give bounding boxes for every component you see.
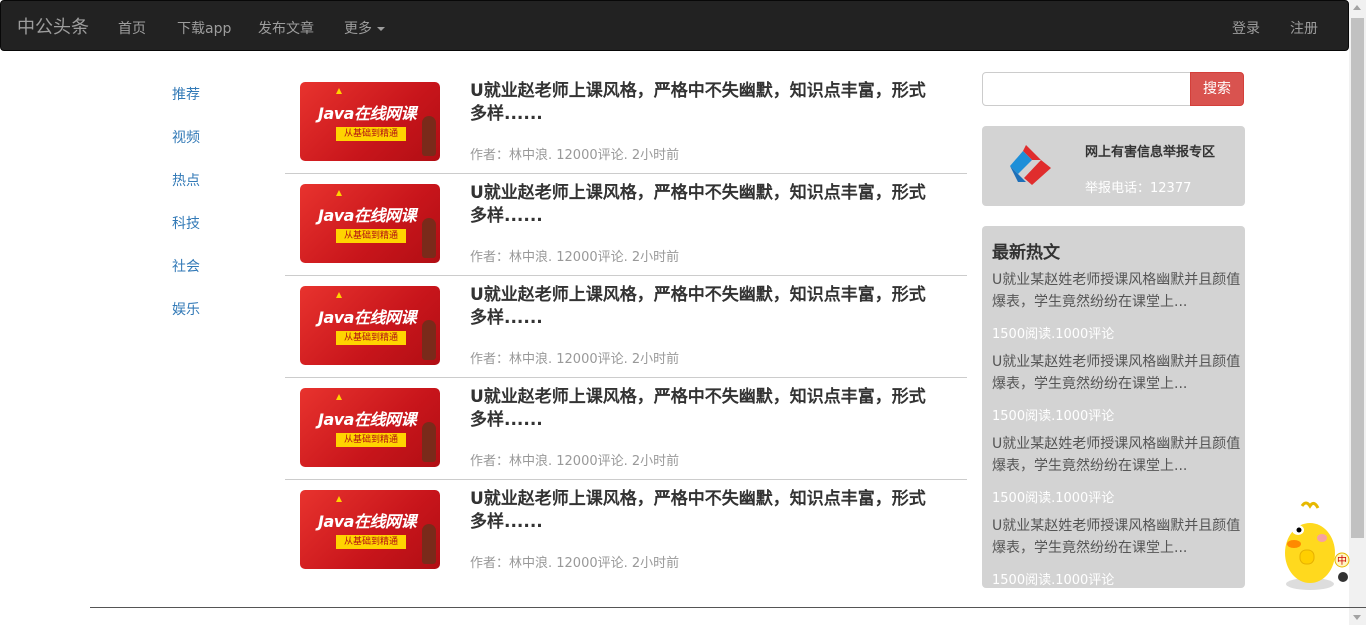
cartoon-figure-icon	[422, 320, 436, 360]
spark-icon	[336, 394, 342, 400]
nav-download-app[interactable]: 下载app	[177, 18, 231, 38]
hot-article-title[interactable]: U就业某赵姓老师授课风格幽默并且颜值爆表，学生竟然纷纷在课堂上...	[992, 515, 1245, 559]
article-item[interactable]: Java在线网课 从基础到精通 U就业赵老师上课风格，严格中不失幽默，知识点丰富…	[285, 72, 967, 174]
brand-logo[interactable]: 中公头条	[17, 13, 89, 39]
report-logo-icon	[1010, 145, 1051, 185]
hot-article-meta: 1500阅读.1000评论	[992, 491, 1115, 506]
thumbnail-title: Java在线网课	[318, 206, 416, 225]
bottom-divider	[90, 607, 1366, 608]
thumbnail-title: Java在线网课	[318, 512, 416, 531]
scroll-thumb[interactable]	[1351, 18, 1364, 538]
thumbnail-title: Java在线网课	[318, 104, 416, 123]
hot-article-meta: 1500阅读.1000评论	[992, 573, 1115, 588]
cartoon-figure-icon	[422, 116, 436, 156]
nav-home[interactable]: 首页	[118, 18, 146, 38]
spark-icon	[336, 88, 342, 94]
hot-article-title[interactable]: U就业某赵姓老师授课风格幽默并且颜值爆表，学生竟然纷纷在课堂上...	[992, 269, 1245, 313]
thumbnail-subtitle: 从基础到精通	[336, 229, 406, 243]
hot-article-title[interactable]: U就业某赵姓老师授课风格幽默并且颜值爆表，学生竟然纷纷在课堂上...	[992, 351, 1245, 395]
article-title[interactable]: U就业赵老师上课风格，严格中不失幽默，知识点丰富，形式多样......	[470, 284, 930, 330]
harmful-info-report-box[interactable]: 网上有害信息举报专区 举报电话：12377	[982, 126, 1245, 206]
spark-icon	[336, 292, 342, 298]
article-title[interactable]: U就业赵老师上课风格，严格中不失幽默，知识点丰富，形式多样......	[470, 488, 930, 534]
hot-article-meta: 1500阅读.1000评论	[992, 327, 1115, 342]
article-meta: 作者：林中浪. 12000评论. 2小时前	[470, 250, 680, 265]
nav-publish-article[interactable]: 发布文章	[258, 18, 314, 38]
sidebar-item-tech[interactable]: 科技	[172, 213, 200, 233]
article-meta: 作者：林中浪. 12000评论. 2小时前	[470, 148, 680, 163]
hot-articles-heading: 最新热文	[992, 243, 1060, 263]
scroll-up-icon[interactable]	[1353, 5, 1361, 10]
sidebar-item-hot[interactable]: 热点	[172, 170, 200, 190]
scroll-down-icon[interactable]	[1353, 615, 1361, 620]
article-meta: 作者：林中浪. 12000评论. 2小时前	[470, 352, 680, 367]
report-phone: 举报电话：12377	[1085, 181, 1192, 196]
nav-more-dropdown[interactable]: 更多	[344, 18, 385, 38]
article-item[interactable]: Java在线网课 从基础到精通 U就业赵老师上课风格，严格中不失幽默，知识点丰富…	[285, 276, 967, 378]
hot-article-title[interactable]: U就业某赵姓老师授课风格幽默并且颜值爆表，学生竟然纷纷在课堂上...	[992, 433, 1245, 477]
article-meta: 作者：林中浪. 12000评论. 2小时前	[470, 454, 680, 469]
cartoon-figure-icon	[422, 218, 436, 258]
article-item[interactable]: Java在线网课 从基础到精通 U就业赵老师上课风格，严格中不失幽默，知识点丰富…	[285, 480, 967, 582]
hot-articles-panel: 最新热文 U就业某赵姓老师授课风格幽默并且颜值爆表，学生竟然纷纷在课堂上... …	[982, 226, 1245, 588]
thumbnail-subtitle: 从基础到精通	[336, 127, 406, 141]
article-meta: 作者：林中浪. 12000评论. 2小时前	[470, 556, 680, 571]
search-input[interactable]	[982, 72, 1191, 106]
register-link[interactable]: 注册	[1290, 18, 1318, 38]
login-link[interactable]: 登录	[1232, 18, 1260, 38]
spark-icon	[336, 496, 342, 502]
article-title[interactable]: U就业赵老师上课风格，严格中不失幽默，知识点丰富，形式多样......	[470, 80, 930, 126]
nav-more-label: 更多	[344, 21, 372, 37]
article-item[interactable]: Java在线网课 从基础到精通 U就业赵老师上课风格，严格中不失幽默，知识点丰富…	[285, 378, 967, 480]
sidebar-item-recommend[interactable]: 推荐	[172, 84, 200, 104]
article-thumbnail[interactable]: Java在线网课 从基础到精通	[300, 286, 440, 365]
hot-article-meta: 1500阅读.1000评论	[992, 409, 1115, 424]
top-navbar: 中公头条 首页 下载app 发布文章 更多 登录 注册	[0, 0, 1349, 51]
thumbnail-title: Java在线网课	[318, 410, 416, 429]
sidebar-item-video[interactable]: 视频	[172, 127, 200, 147]
duck-mascot-icon[interactable]: 中	[1280, 498, 1350, 593]
article-thumbnail[interactable]: Java在线网课 从基础到精通	[300, 490, 440, 569]
spark-icon	[336, 190, 342, 196]
article-item[interactable]: Java在线网课 从基础到精通 U就业赵老师上课风格，严格中不失幽默，知识点丰富…	[285, 174, 967, 276]
article-title[interactable]: U就业赵老师上课风格，严格中不失幽默，知识点丰富，形式多样......	[470, 182, 930, 228]
thumbnail-subtitle: 从基础到精通	[336, 433, 406, 447]
article-thumbnail[interactable]: Java在线网课 从基础到精通	[300, 388, 440, 467]
sidebar-item-entertainment[interactable]: 娱乐	[172, 299, 200, 319]
report-title: 网上有害信息举报专区	[1085, 145, 1216, 160]
article-title[interactable]: U就业赵老师上课风格，严格中不失幽默，知识点丰富，形式多样......	[470, 386, 930, 432]
caret-down-icon	[377, 27, 385, 31]
cartoon-figure-icon	[422, 422, 436, 462]
article-thumbnail[interactable]: Java在线网课 从基础到精通	[300, 82, 440, 161]
thumbnail-subtitle: 从基础到精通	[336, 535, 406, 549]
thumbnail-title: Java在线网课	[318, 308, 416, 327]
mascot-badge: 中	[1337, 554, 1347, 567]
thumbnail-subtitle: 从基础到精通	[336, 331, 406, 345]
article-thumbnail[interactable]: Java在线网课 从基础到精通	[300, 184, 440, 263]
cartoon-figure-icon	[422, 524, 436, 564]
search-button[interactable]: 搜索	[1190, 72, 1244, 106]
sidebar-item-society[interactable]: 社会	[172, 256, 200, 276]
page-scrollbar[interactable]	[1349, 0, 1366, 625]
